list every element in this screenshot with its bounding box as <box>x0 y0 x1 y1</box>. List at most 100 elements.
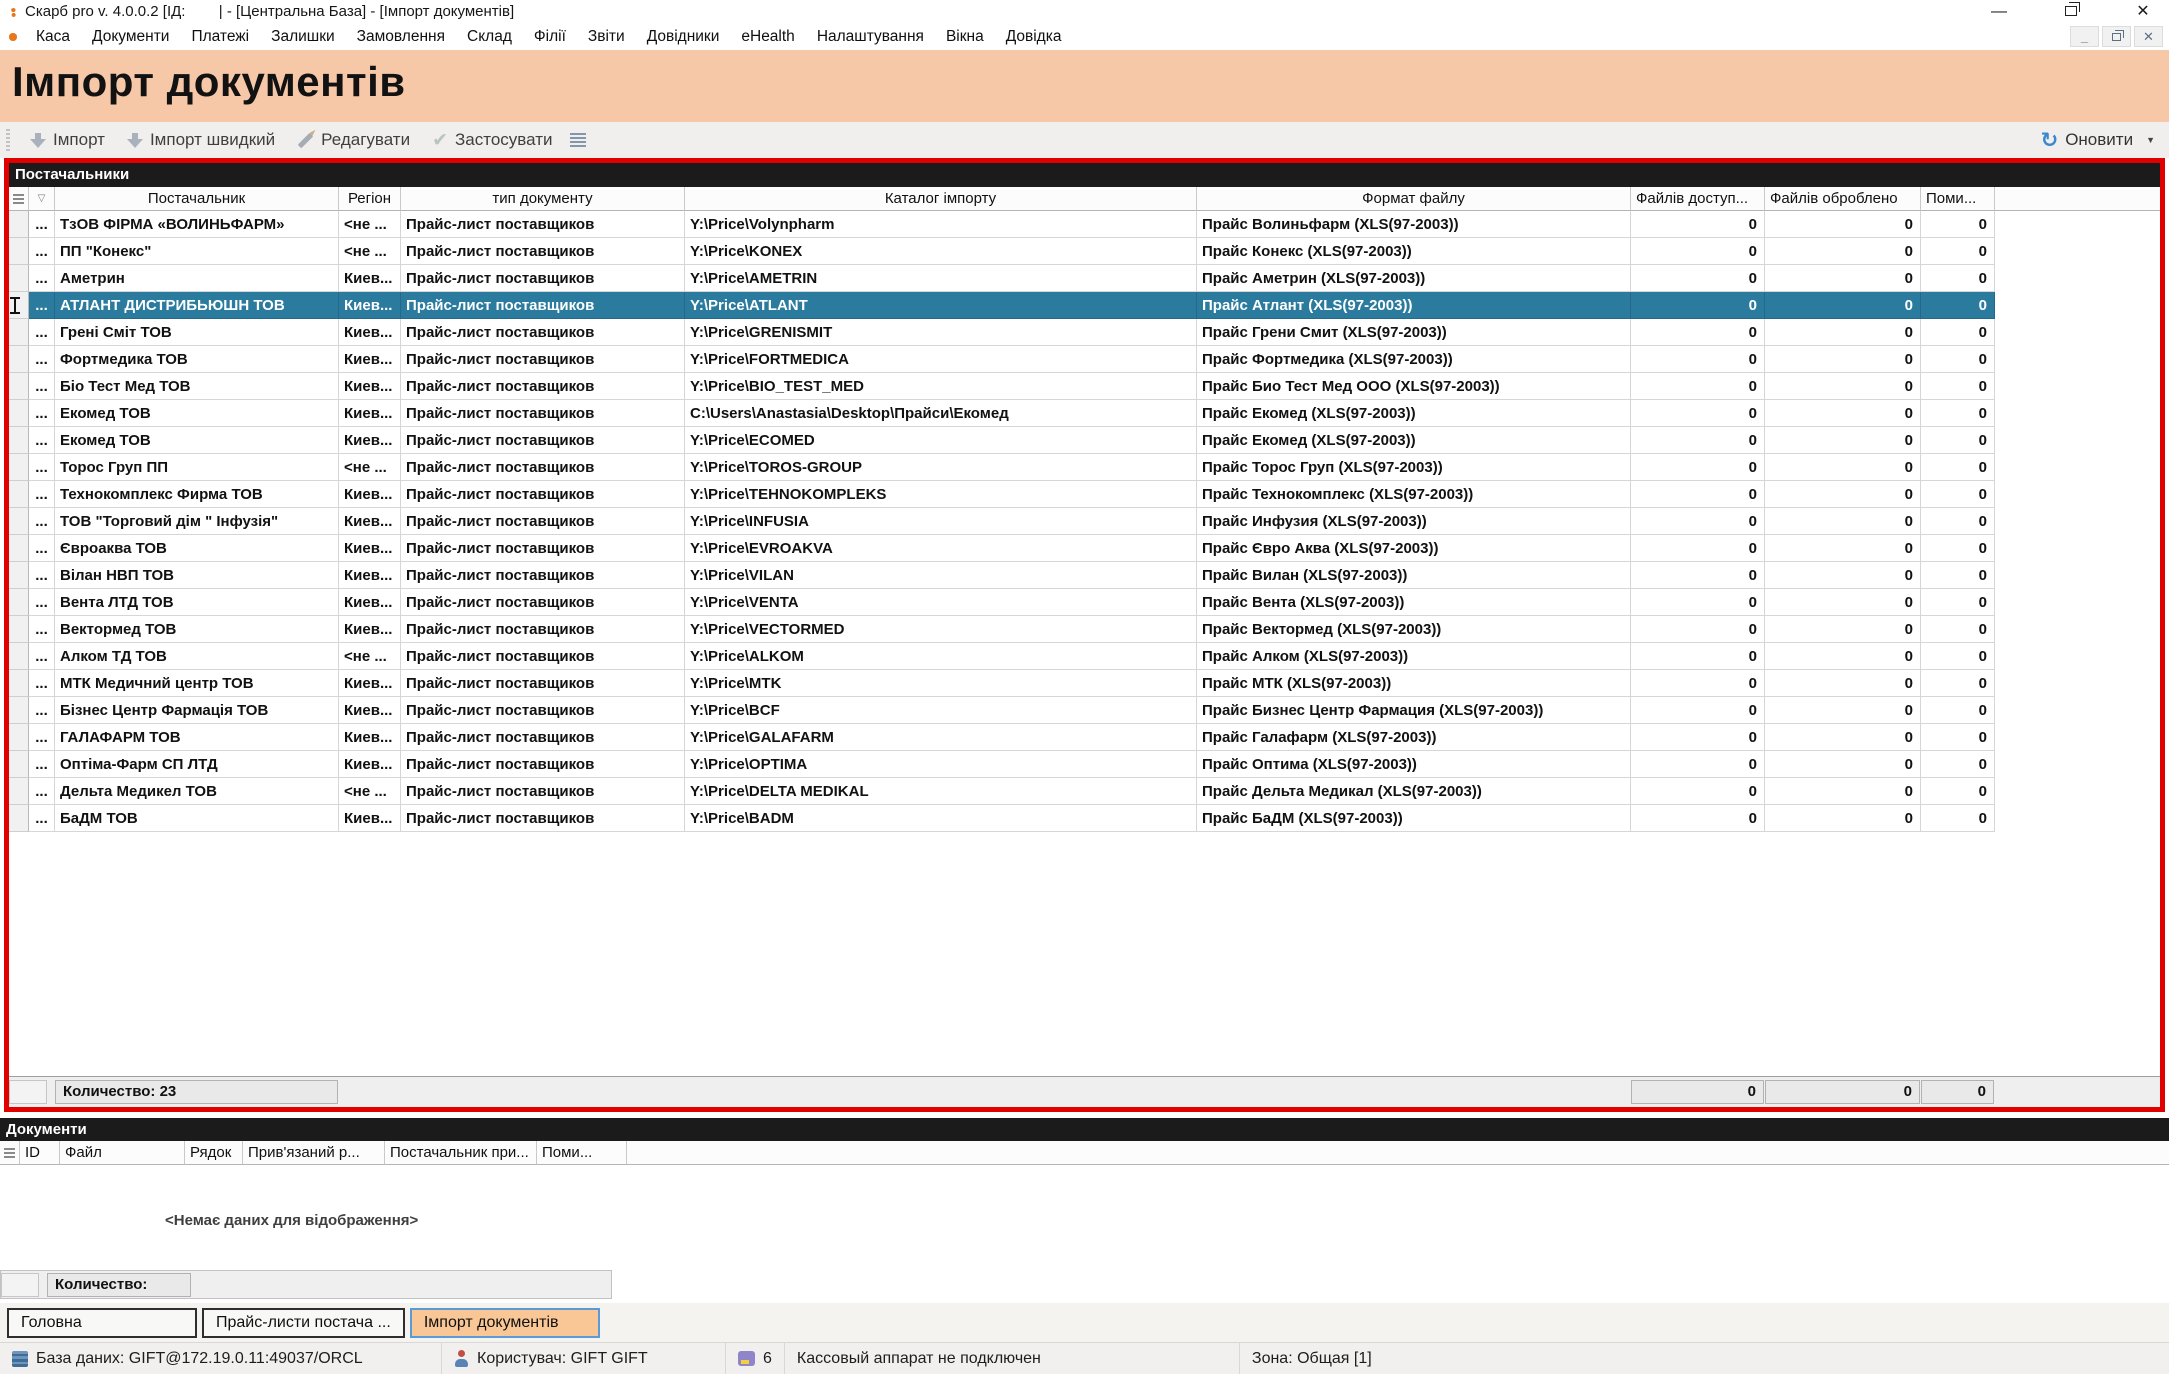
row-edit-dots-button[interactable]: ... <box>29 400 55 427</box>
column-header[interactable]: ▽ <box>29 187 55 211</box>
cell-files-available[interactable]: 0 <box>1631 616 1765 643</box>
supplier-row[interactable]: ...Екомед ТОВКиев...Прайс-лист поставщик… <box>9 400 2160 427</box>
cell-import-catalog[interactable]: Y:\Price\KONEX <box>685 238 1197 265</box>
cell-supplier[interactable]: Екомед ТОВ <box>55 400 339 427</box>
row-indicator[interactable] <box>9 670 29 697</box>
refresh-button[interactable]: ↻ Оновити ▼ <box>2041 130 2169 151</box>
cell-region[interactable]: Киев... <box>339 589 401 616</box>
cell-errors[interactable]: 0 <box>1921 373 1995 400</box>
mdi-minimize-button[interactable]: _ <box>2070 26 2099 47</box>
column-chooser-icon[interactable] <box>570 133 586 147</box>
cell-supplier[interactable]: Біо Тест Мед ТОВ <box>55 373 339 400</box>
cell-import-catalog[interactable]: Y:\Price\Volynpharm <box>685 211 1197 238</box>
refresh-dropdown-icon[interactable]: ▼ <box>2146 135 2155 145</box>
row-edit-dots-button[interactable]: ... <box>29 778 55 805</box>
cell-import-catalog[interactable]: Y:\Price\BCF <box>685 697 1197 724</box>
row-indicator[interactable] <box>9 319 29 346</box>
cell-region[interactable]: <не ... <box>339 211 401 238</box>
menu-item[interactable]: Звіти <box>577 24 636 50</box>
cell-file-format[interactable]: Прайс Вента (XLS(97-2003)) <box>1197 589 1631 616</box>
cell-files-processed[interactable]: 0 <box>1765 319 1921 346</box>
cell-file-format[interactable]: Прайс Вилан (XLS(97-2003)) <box>1197 562 1631 589</box>
cell-supplier[interactable]: Торос Груп ПП <box>55 454 339 481</box>
cell-region[interactable]: <не ... <box>339 454 401 481</box>
row-edit-dots-button[interactable]: ... <box>29 616 55 643</box>
supplier-row[interactable]: ...Бізнес Центр Фармація ТОВКиев...Прайс… <box>9 697 2160 724</box>
row-edit-dots-button[interactable]: ... <box>29 589 55 616</box>
cell-doc-type[interactable]: Прайс-лист поставщиков <box>401 751 685 778</box>
cell-doc-type[interactable]: Прайс-лист поставщиков <box>401 670 685 697</box>
cell-files-available[interactable]: 0 <box>1631 292 1765 319</box>
cell-errors[interactable]: 0 <box>1921 724 1995 751</box>
cell-errors[interactable]: 0 <box>1921 400 1995 427</box>
cell-region[interactable]: Киев... <box>339 319 401 346</box>
menu-item[interactable]: Вікна <box>935 24 995 50</box>
supplier-row[interactable]: ...Вектормед ТОВКиев...Прайс-лист постав… <box>9 616 2160 643</box>
supplier-row[interactable]: ...Торос Груп ПП<не ...Прайс-лист постав… <box>9 454 2160 481</box>
cell-files-processed[interactable]: 0 <box>1765 454 1921 481</box>
cell-import-catalog[interactable]: Y:\Price\GRENISMIT <box>685 319 1197 346</box>
cell-file-format[interactable]: Прайс Алком (XLS(97-2003)) <box>1197 643 1631 670</box>
row-indicator[interactable] <box>9 751 29 778</box>
cell-region[interactable]: Киев... <box>339 481 401 508</box>
row-edit-dots-button[interactable]: ... <box>29 265 55 292</box>
tab-active[interactable]: Імпорт документів <box>410 1308 600 1338</box>
cell-errors[interactable]: 0 <box>1921 805 1995 832</box>
cell-doc-type[interactable]: Прайс-лист поставщиков <box>401 211 685 238</box>
cell-import-catalog[interactable]: Y:\Price\VECTORMED <box>685 616 1197 643</box>
cell-region[interactable]: Киев... <box>339 616 401 643</box>
row-edit-dots-button[interactable]: ... <box>29 238 55 265</box>
cell-file-format[interactable]: Прайс МТК (XLS(97-2003)) <box>1197 670 1631 697</box>
cell-import-catalog[interactable]: Y:\Price\MTK <box>685 670 1197 697</box>
menu-item[interactable]: eHealth <box>730 24 805 50</box>
cell-errors[interactable]: 0 <box>1921 238 1995 265</box>
row-indicator[interactable] <box>9 805 29 832</box>
cell-file-format[interactable]: Прайс Инфузия (XLS(97-2003)) <box>1197 508 1631 535</box>
cell-files-processed[interactable]: 0 <box>1765 562 1921 589</box>
supplier-row[interactable]: ...Євроаква ТОВКиев...Прайс-лист поставщ… <box>9 535 2160 562</box>
menu-item[interactable]: Документи <box>81 24 180 50</box>
cell-errors[interactable]: 0 <box>1921 481 1995 508</box>
cell-supplier[interactable]: Алком ТД ТОВ <box>55 643 339 670</box>
cell-files-processed[interactable]: 0 <box>1765 805 1921 832</box>
cell-file-format[interactable]: Прайс Конекс (XLS(97-2003)) <box>1197 238 1631 265</box>
column-header[interactable]: Прив'язаний р... <box>243 1141 385 1165</box>
cell-files-processed[interactable]: 0 <box>1765 697 1921 724</box>
cell-file-format[interactable]: Прайс Екомед (XLS(97-2003)) <box>1197 427 1631 454</box>
cell-supplier[interactable]: ТОВ "Торговий дім " Інфузія" <box>55 508 339 535</box>
cell-errors[interactable]: 0 <box>1921 616 1995 643</box>
cell-file-format[interactable]: Прайс Галафарм (XLS(97-2003)) <box>1197 724 1631 751</box>
supplier-row[interactable]: ...Оптіма-Фарм СП ЛТДКиев...Прайс-лист п… <box>9 751 2160 778</box>
cell-files-processed[interactable]: 0 <box>1765 265 1921 292</box>
tab-inactive[interactable]: Прайс-листи постача ... <box>202 1308 405 1338</box>
cell-import-catalog[interactable]: Y:\Price\VILAN <box>685 562 1197 589</box>
cell-files-available[interactable]: 0 <box>1631 346 1765 373</box>
cell-import-catalog[interactable]: Y:\Price\TEHNOKOMPLEKS <box>685 481 1197 508</box>
menu-item[interactable]: Довідники <box>636 24 731 50</box>
cell-file-format[interactable]: Прайс Торос Груп (XLS(97-2003)) <box>1197 454 1631 481</box>
cell-files-available[interactable]: 0 <box>1631 427 1765 454</box>
cell-files-available[interactable]: 0 <box>1631 481 1765 508</box>
cell-import-catalog[interactable]: C:\Users\Anastasia\Desktop\Прайси\Екомед <box>685 400 1197 427</box>
supplier-row[interactable]: ...БаДМ ТОВКиев...Прайс-лист поставщиков… <box>9 805 2160 832</box>
cell-region[interactable]: <не ... <box>339 238 401 265</box>
cell-file-format[interactable]: Прайс Дельта Медикал (XLS(97-2003)) <box>1197 778 1631 805</box>
column-header[interactable]: Регіон <box>339 187 401 211</box>
row-indicator[interactable] <box>9 292 29 319</box>
menu-item[interactable]: Склад <box>456 24 523 50</box>
cell-supplier[interactable]: МТК Медичний центр ТОВ <box>55 670 339 697</box>
cell-import-catalog[interactable]: Y:\Price\VENTA <box>685 589 1197 616</box>
cell-files-processed[interactable]: 0 <box>1765 616 1921 643</box>
cell-file-format[interactable]: Прайс Грени Смит (XLS(97-2003)) <box>1197 319 1631 346</box>
column-header[interactable]: Файлів оброблено <box>1765 187 1921 211</box>
cell-files-processed[interactable]: 0 <box>1765 778 1921 805</box>
cell-files-processed[interactable]: 0 <box>1765 346 1921 373</box>
cell-file-format[interactable]: Прайс Оптима (XLS(97-2003)) <box>1197 751 1631 778</box>
cell-file-format[interactable]: Прайс Технокомплекс (XLS(97-2003)) <box>1197 481 1631 508</box>
cell-import-catalog[interactable]: Y:\Price\ALKOM <box>685 643 1197 670</box>
close-button[interactable]: ✕ <box>2129 1 2157 23</box>
row-indicator[interactable] <box>9 562 29 589</box>
cell-region[interactable]: Киев... <box>339 427 401 454</box>
cell-doc-type[interactable]: Прайс-лист поставщиков <box>401 778 685 805</box>
supplier-row[interactable]: ...Грені Сміт ТОВКиев...Прайс-лист поста… <box>9 319 2160 346</box>
